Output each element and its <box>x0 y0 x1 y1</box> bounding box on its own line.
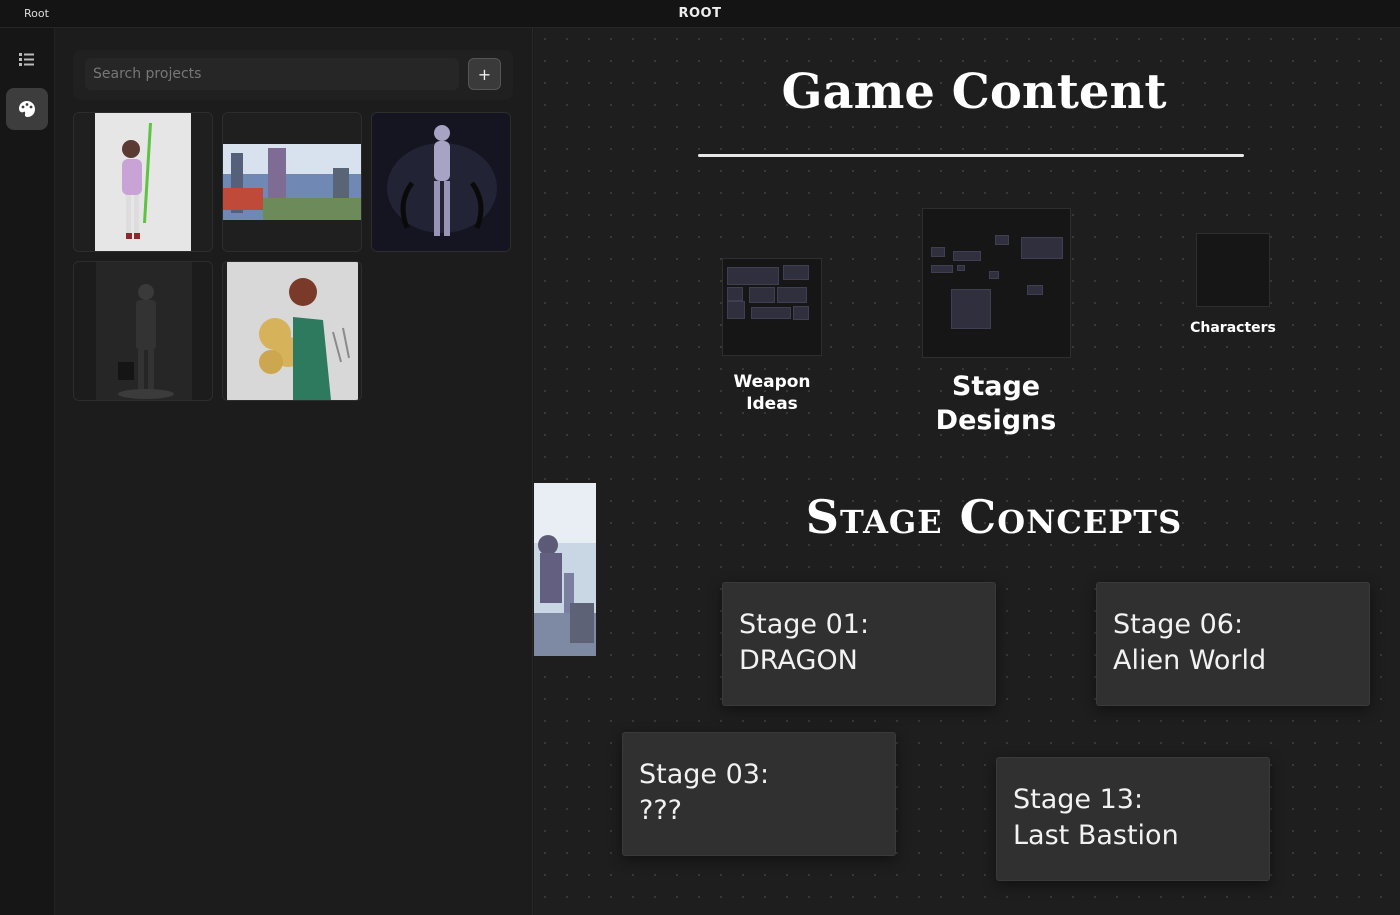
board-canvas[interactable]: Game Content Weapon Ideas Stage Designs … <box>534 28 1400 915</box>
project-thumbnail[interactable] <box>222 261 362 401</box>
stage-card-number: Stage 13: <box>1013 784 1144 815</box>
project-thumbnail[interactable] <box>73 112 213 252</box>
stage-card-title: DRAGON <box>739 645 858 676</box>
stage-card-03[interactable]: Stage 03: ??? <box>622 732 896 856</box>
stage-card-06[interactable]: Stage 06: Alien World <box>1096 582 1370 706</box>
canvas-image[interactable] <box>534 483 596 656</box>
project-thumbnail[interactable] <box>73 261 213 401</box>
stage-card-number: Stage 06: <box>1113 609 1244 640</box>
stage-card-title: Alien World <box>1113 645 1267 676</box>
search-bar: + <box>73 50 513 100</box>
add-project-button[interactable]: + <box>468 58 501 90</box>
board-label-weapon-ideas: Weapon Ideas <box>733 372 811 414</box>
title-bar: Root ROOT <box>0 0 1400 28</box>
stage-card-13[interactable]: Stage 13: Last Bastion <box>996 757 1270 881</box>
stage-card-number: Stage 01: <box>739 609 870 640</box>
project-thumbnail[interactable] <box>371 112 511 252</box>
projects-panel: + <box>55 28 533 915</box>
stage-card-title: ??? <box>639 795 682 826</box>
board-characters[interactable] <box>1196 233 1270 307</box>
stage-concepts-heading: Stage Concepts <box>805 490 1183 544</box>
stage-card-number: Stage 03: <box>639 759 770 790</box>
list-icon <box>19 53 34 66</box>
palette-button[interactable] <box>6 88 48 130</box>
project-thumbnail[interactable] <box>222 112 362 252</box>
heading-divider <box>698 154 1244 157</box>
board-weapon-ideas[interactable] <box>722 258 822 356</box>
window-title: ROOT <box>678 6 722 21</box>
board-label-characters: Characters <box>1190 320 1276 336</box>
left-rail <box>0 28 55 915</box>
stage-card-title: Last Bastion <box>1013 820 1179 851</box>
search-input[interactable] <box>85 58 459 90</box>
canvas-heading: Game Content <box>781 64 1167 120</box>
palette-icon <box>19 101 35 117</box>
board-label-stage-designs: Stage Designs <box>935 371 1057 436</box>
list-view-button[interactable] <box>6 38 48 80</box>
board-stage-designs[interactable] <box>922 208 1071 358</box>
stage-card-01[interactable]: Stage 01: DRAGON <box>722 582 996 706</box>
